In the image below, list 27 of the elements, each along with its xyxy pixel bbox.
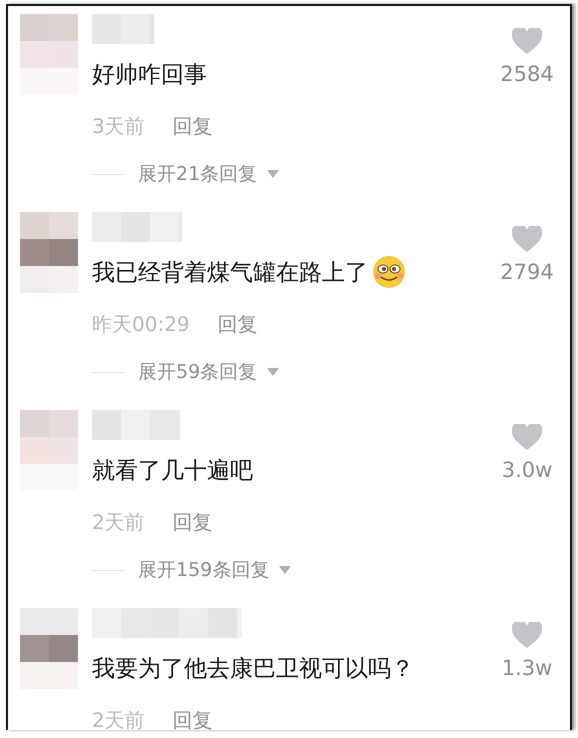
like-count: 3.0w: [502, 458, 552, 482]
expand-replies-link[interactable]: 展开59条回复: [138, 359, 258, 385]
like-count: 2794: [500, 260, 554, 284]
like-count: 2584: [500, 62, 554, 86]
reply-link[interactable]: 回复: [172, 706, 213, 730]
heart-icon[interactable]: [512, 28, 542, 54]
reply-link[interactable]: 回复: [218, 310, 258, 338]
comment-text: 我已经背着煤气罐在路上了: [92, 258, 368, 288]
reply-link[interactable]: 回复: [172, 112, 213, 140]
heart-icon[interactable]: [512, 424, 542, 450]
caret-icon: [267, 368, 280, 376]
caret-icon: [279, 566, 292, 574]
comment-text: 就看了几十遍吧: [92, 456, 253, 486]
comment-text: 我要为了他去康巴卫视可以吗？: [92, 654, 414, 684]
like-count: 1.3w: [502, 656, 552, 680]
blurred-name: [92, 14, 154, 44]
reply-link[interactable]: 回复: [172, 508, 213, 536]
comment-time: 昨天00:29: [92, 310, 190, 338]
comment-time: 2天前: [92, 706, 145, 730]
heart-icon[interactable]: [512, 226, 542, 252]
comment-time: 2天前: [92, 508, 145, 536]
comment-time: 3天前: [92, 112, 145, 140]
expand-replies-link[interactable]: 展开159条回复: [138, 557, 270, 583]
caret-icon: [267, 170, 280, 178]
comment-text: 好帅咋回事: [92, 60, 207, 90]
heart-icon[interactable]: [512, 622, 542, 648]
expand-replies-link[interactable]: 展开21条回复: [138, 161, 258, 187]
